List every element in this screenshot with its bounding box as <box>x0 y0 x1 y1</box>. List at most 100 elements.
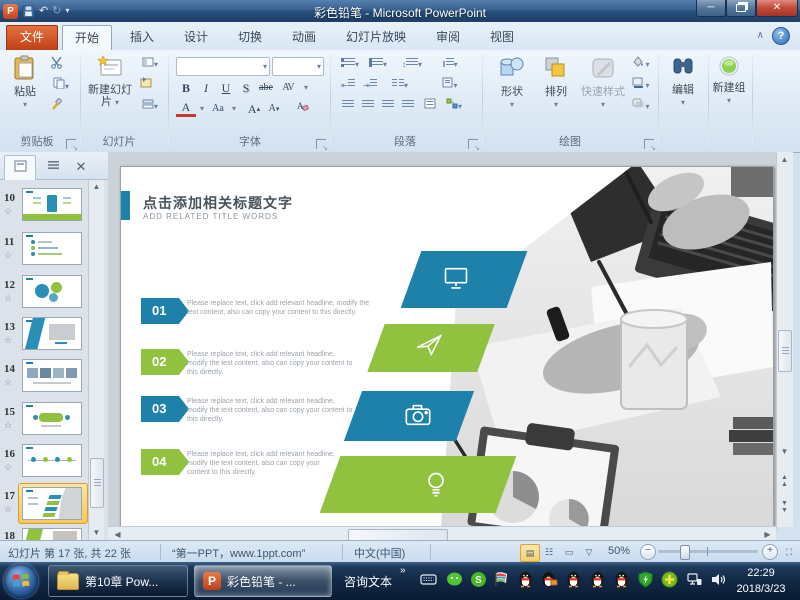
scroll-right-icon[interactable]: ▶ <box>760 530 775 539</box>
normal-view-button[interactable]: ▤ <box>520 544 540 562</box>
slide-thumbnail-10[interactable] <box>22 188 82 221</box>
zoom-out-button[interactable]: − <box>640 544 656 560</box>
wechat-tray-icon[interactable] <box>446 571 463 588</box>
slide-thumbnail-11[interactable] <box>22 232 82 265</box>
start-button[interactable] <box>4 564 38 598</box>
taskbar-button-folder[interactable]: 第10章 Pow... <box>48 565 188 597</box>
qq-penguin-tray-icon[interactable] <box>613 571 630 588</box>
tab-slideshow[interactable]: 幻灯片放映 <box>334 25 418 49</box>
reset-slide-button[interactable] <box>136 77 156 95</box>
increase-indent-button[interactable]: ⇥ <box>360 77 380 95</box>
vertical-scrollbar[interactable]: ▲ ▼ ▲▲ ▼▼ <box>776 152 793 527</box>
language-indicator[interactable]: 中文(中国) <box>354 545 405 561</box>
clipboard-dialog-launcher[interactable] <box>66 139 76 149</box>
shape-outline-button[interactable]: ▾ <box>628 77 654 95</box>
qq-penguin-tray-icon[interactable] <box>565 571 582 588</box>
volume-tray-icon[interactable] <box>710 571 727 588</box>
bold-button[interactable]: B <box>176 79 196 97</box>
new-slide-button[interactable]: 新建幻灯片 ▾ <box>88 55 132 109</box>
editing-button[interactable]: 编辑▾ <box>664 55 702 109</box>
toolbar-chevron-icon[interactable]: » <box>400 565 406 576</box>
shapes-button[interactable]: 形状▾ <box>492 55 532 111</box>
slide-page[interactable]: 点击添加相关标题文字 ADD RELATED TITLE WORDS 01 Pl… <box>120 166 774 529</box>
tab-review[interactable]: 审阅 <box>424 25 472 49</box>
keyboard-tray-icon[interactable] <box>420 571 437 588</box>
align-text-button[interactable]: ▾ <box>438 77 462 95</box>
rainbow-flag-tray-icon[interactable] <box>493 571 510 588</box>
font-size-combo[interactable]: ▾ <box>272 57 324 76</box>
shape-fill-button[interactable]: ▾ <box>628 56 654 74</box>
drawing-dialog-launcher[interactable] <box>644 139 654 149</box>
slides-panel-scrollbar[interactable]: ▲ ▼ <box>88 180 104 540</box>
zoom-slider-track[interactable] <box>658 550 758 553</box>
close-button[interactable]: ✕ <box>756 0 798 17</box>
paste-button[interactable]: 粘贴▾ <box>8 55 42 111</box>
tab-transitions[interactable]: 切换 <box>226 25 274 49</box>
taskbar-button-powerpoint[interactable]: P 彩色铅笔 - ... <box>194 565 332 597</box>
character-spacing-button[interactable]: AV <box>278 79 298 97</box>
scroll-up-icon[interactable]: ▲ <box>89 182 104 191</box>
network-tray-icon[interactable] <box>686 571 703 588</box>
collapse-ribbon-icon[interactable]: ∧ <box>757 30 764 41</box>
tab-insert[interactable]: 插入 <box>118 25 166 49</box>
tab-home[interactable]: 开始 <box>62 25 112 50</box>
zoom-slider-thumb[interactable] <box>680 545 690 560</box>
shape-effects-button[interactable]: ▾ <box>628 98 654 116</box>
taskbar-toolbar-label[interactable]: 咨询文本 <box>344 573 392 590</box>
item-body-text[interactable]: Please replace text, click add relevant … <box>187 397 357 424</box>
copy-button[interactable]: ▾ <box>46 77 76 95</box>
slideshow-view-button[interactable]: ▽ <box>580 544 598 560</box>
item-body-text[interactable]: Please replace text, click add relevant … <box>187 299 379 317</box>
qq-penguin-tray-icon[interactable] <box>589 571 606 588</box>
fit-to-window-button[interactable]: ⛶ <box>780 544 798 560</box>
restore-button[interactable] <box>726 0 756 17</box>
grow-font-button[interactable]: A▴ <box>244 100 264 118</box>
horizontal-scrollbar[interactable]: ◀ ▶ <box>108 526 776 541</box>
align-right-button[interactable] <box>378 98 398 116</box>
arrange-button[interactable]: 排列▾ <box>536 55 576 111</box>
scroll-down-icon[interactable]: ▼ <box>777 447 792 456</box>
strikethrough-button[interactable]: abe <box>256 79 276 97</box>
font-dialog-launcher[interactable] <box>316 139 326 149</box>
format-painter-button[interactable] <box>46 98 66 116</box>
scroll-up-icon[interactable]: ▲ <box>777 155 792 164</box>
slide-thumbnail-15[interactable] <box>22 402 82 435</box>
text-shadow-button[interactable]: S <box>236 79 256 97</box>
slide-thumbnail-13[interactable] <box>22 317 82 350</box>
text-direction-button[interactable]: ‖▾ <box>438 56 462 74</box>
shrink-font-button[interactable]: A▾ <box>264 100 284 118</box>
safe-plus-tray-icon[interactable] <box>661 571 678 588</box>
zoom-in-button[interactable]: + <box>762 544 778 560</box>
slide-subtitle[interactable]: ADD RELATED TITLE WORDS <box>143 212 278 221</box>
scroll-left-icon[interactable]: ◀ <box>110 530 125 539</box>
tab-view[interactable]: 视图 <box>478 25 526 49</box>
tab-file[interactable]: 文件 <box>6 25 58 51</box>
close-slides-panel-button[interactable]: ✕ <box>66 155 96 179</box>
slide-thumbnail-12[interactable] <box>22 275 82 308</box>
convert-smartart-button[interactable]: ▾ <box>442 98 466 116</box>
item-body-text[interactable]: Please replace text, click add relevant … <box>187 450 337 477</box>
tab-outline[interactable] <box>38 155 68 179</box>
slide-thumbnail-14[interactable] <box>22 359 82 392</box>
font-name-combo[interactable]: ▾ <box>176 57 270 76</box>
decrease-indent-button[interactable]: ⇤ <box>338 77 358 95</box>
tab-slides-thumbnails[interactable] <box>4 155 36 180</box>
underline-button[interactable]: U <box>216 79 236 97</box>
numbering-button[interactable]: ▾ <box>366 56 390 74</box>
tab-animations[interactable]: 动画 <box>280 25 328 49</box>
slide-layout-button[interactable]: ▾ <box>136 56 164 74</box>
help-button[interactable]: ? <box>772 27 790 45</box>
taskbar-clock[interactable]: 22:29 2018/3/23 <box>726 565 796 597</box>
section-button[interactable]: ▾ <box>136 98 164 116</box>
zoom-percentage[interactable]: 50% <box>608 545 630 557</box>
quick-styles-button[interactable]: 快速样式▾ <box>580 55 626 111</box>
line-spacing-button[interactable]: ↕▾ <box>400 56 424 74</box>
tab-design[interactable]: 设计 <box>172 25 220 49</box>
character-spacing-dropdown-icon[interactable]: ▾ <box>296 79 316 97</box>
paragraph-dialog-launcher[interactable] <box>468 139 478 149</box>
align-left-button[interactable] <box>338 98 358 116</box>
qq-penguin-tray-icon[interactable] <box>517 571 534 588</box>
clear-formatting-button[interactable]: A <box>292 100 312 118</box>
new-group-button[interactable]: 新建组▾ <box>708 55 750 107</box>
qq-penguin-briefcase-tray-icon[interactable] <box>541 571 558 588</box>
